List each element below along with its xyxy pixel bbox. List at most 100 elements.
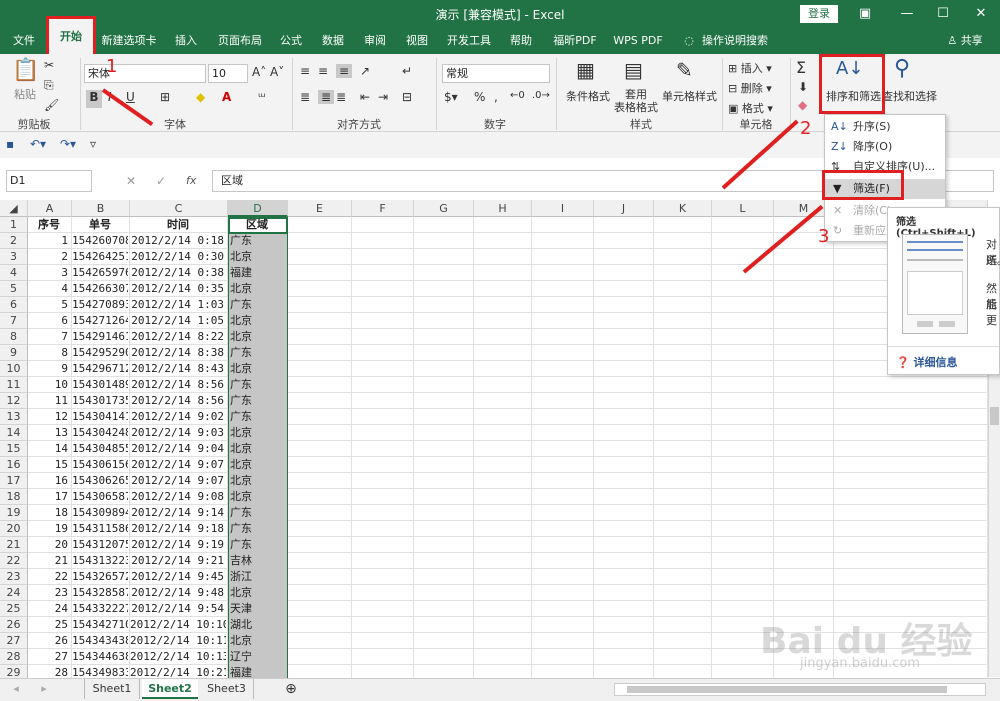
wrap-text-icon[interactable]: ↵ <box>402 64 412 78</box>
row-header[interactable]: 2 <box>0 233 28 249</box>
row-header[interactable]: 1 <box>0 217 28 233</box>
font-name-select[interactable]: 宋体 <box>84 64 206 83</box>
table-format-label[interactable]: 套用 表格格式 <box>610 88 662 114</box>
table-cell[interactable]: 154306587 <box>72 489 128 505</box>
table-cell[interactable]: 广东 <box>228 345 286 361</box>
tab-review[interactable]: 审阅 <box>356 28 394 54</box>
table-cell[interactable]: 北京 <box>228 425 286 441</box>
row-header[interactable]: 6 <box>0 297 28 313</box>
horizontal-scrollbar[interactable] <box>614 683 986 696</box>
row-header[interactable]: 25 <box>0 601 28 617</box>
save-icon[interactable]: ▪ <box>6 137 14 151</box>
decrease-decimal-icon[interactable]: .0→ <box>532 90 550 101</box>
table-cell[interactable]: 1 <box>28 233 70 249</box>
font-size-select[interactable]: 10 <box>208 64 248 83</box>
table-cell[interactable]: 北京 <box>228 313 286 329</box>
sheet-prev-icon[interactable]: ◂ <box>8 679 24 699</box>
name-box[interactable]: D1 <box>6 170 92 192</box>
tab-file[interactable]: 文件 <box>6 28 42 54</box>
table-cell[interactable]: 17 <box>28 489 70 505</box>
tab-insert[interactable]: 插入 <box>166 28 206 54</box>
table-cell[interactable]: 2012/2/14 9:48 <box>130 585 226 601</box>
table-cell[interactable]: 2012/2/14 9:54 <box>130 601 226 617</box>
magnifier-icon[interactable]: ⚲ <box>894 56 910 81</box>
table-cell[interactable]: 154313223 <box>72 553 128 569</box>
align-right-icon[interactable]: ≣ <box>336 90 346 104</box>
table-cell[interactable]: 广东 <box>228 409 286 425</box>
align-left-icon[interactable]: ≣ <box>300 90 310 104</box>
find-select-label[interactable]: 查找和选择 <box>882 88 937 104</box>
table-cell[interactable]: 北京 <box>228 441 286 457</box>
table-cell[interactable]: 154271264 <box>72 313 128 329</box>
table-cell[interactable]: 154296712 <box>72 361 128 377</box>
row-header[interactable]: 26 <box>0 617 28 633</box>
table-cell[interactable]: 10 <box>28 377 70 393</box>
row-header[interactable]: 8 <box>0 329 28 345</box>
paste-icon[interactable]: 📋 <box>12 58 39 84</box>
table-cell[interactable]: 2 <box>28 249 70 265</box>
customize-qat-icon[interactable]: ▿ <box>90 137 96 151</box>
align-center-icon[interactable]: ≣ <box>318 90 334 104</box>
cell-style-icon[interactable]: ✎ <box>676 58 693 82</box>
row-header[interactable]: 11 <box>0 377 28 393</box>
table-cell[interactable]: 5 <box>28 297 70 313</box>
tab-wps-pdf[interactable]: WPS PDF <box>608 28 668 54</box>
table-cell[interactable]: 湖北 <box>228 617 286 633</box>
percent-icon[interactable]: % <box>474 90 485 104</box>
fill-color-icon[interactable]: ◆ <box>196 90 205 104</box>
tab-data[interactable]: 数据 <box>314 28 352 54</box>
table-cell[interactable]: 2012/2/14 0:38 <box>130 265 226 281</box>
format-cells-button[interactable]: ▣ 格式 ▾ <box>728 100 773 116</box>
row-header[interactable]: 5 <box>0 281 28 297</box>
table-cell[interactable]: 2012/2/14 9:08 <box>130 489 226 505</box>
row-header[interactable]: 9 <box>0 345 28 361</box>
number-format-select[interactable]: 常规 <box>442 64 550 83</box>
table-cell[interactable]: 154260708 <box>72 233 128 249</box>
table-cell[interactable]: 154306156 <box>72 457 128 473</box>
row-header[interactable]: 10 <box>0 361 28 377</box>
row-header[interactable]: 28 <box>0 649 28 665</box>
column-header[interactable]: D <box>228 200 288 217</box>
table-cell[interactable]: 7 <box>28 329 70 345</box>
table-cell[interactable]: 18 <box>28 505 70 521</box>
table-cell[interactable]: 浙江 <box>228 569 286 585</box>
table-cell[interactable]: 吉林 <box>228 553 286 569</box>
undo-icon[interactable]: ↶▾ <box>30 137 46 151</box>
table-cell[interactable]: 2012/2/14 9:04 <box>130 441 226 457</box>
table-cell[interactable]: 19 <box>28 521 70 537</box>
table-cell[interactable]: 2012/2/14 9:14 <box>130 505 226 521</box>
copy-icon[interactable]: ⎘ <box>44 78 54 93</box>
table-cell[interactable]: 154332227 <box>72 601 128 617</box>
align-bottom-icon[interactable]: ≡ <box>336 64 352 78</box>
table-cell[interactable]: 2012/2/14 10:21 <box>130 665 226 678</box>
table-cell[interactable]: 2012/2/14 8:38 <box>130 345 226 361</box>
font-color-icon[interactable]: A <box>222 90 231 104</box>
row-header[interactable]: 12 <box>0 393 28 409</box>
table-cell[interactable]: 辽宁 <box>228 649 286 665</box>
table-cell[interactable]: 16 <box>28 473 70 489</box>
row-header[interactable]: 3 <box>0 249 28 265</box>
ribbon-display-icon[interactable]: ▣ <box>850 3 880 25</box>
table-format-icon[interactable]: ▤ <box>624 58 643 82</box>
table-cell[interactable]: 154328587 <box>72 585 128 601</box>
header-cell[interactable]: 区域 <box>228 217 286 233</box>
row-header[interactable]: 16 <box>0 457 28 473</box>
tab-new[interactable]: 新建选项卡 <box>98 28 160 54</box>
tab-page-layout[interactable]: 页面布局 <box>212 28 268 54</box>
table-cell[interactable]: 北京 <box>228 489 286 505</box>
table-cell[interactable]: 154291461 <box>72 329 128 345</box>
table-cell[interactable]: 北京 <box>228 361 286 377</box>
row-header[interactable]: 20 <box>0 521 28 537</box>
row-header[interactable]: 23 <box>0 569 28 585</box>
table-cell[interactable]: 2012/2/14 9:21 <box>130 553 226 569</box>
align-middle-icon[interactable]: ≡ <box>318 64 328 78</box>
table-cell[interactable]: 154295290 <box>72 345 128 361</box>
row-header[interactable]: 21 <box>0 537 28 553</box>
table-cell[interactable]: 2012/2/14 0:35 <box>130 281 226 297</box>
table-cell[interactable]: 15 <box>28 457 70 473</box>
table-cell[interactable]: 154264251 <box>72 249 128 265</box>
table-cell[interactable]: 广东 <box>228 233 286 249</box>
table-cell[interactable]: 154301489 <box>72 377 128 393</box>
tooltip-more-info-link[interactable]: ❓ 详细信息 <box>896 354 958 370</box>
grow-font-icon[interactable]: A˄ <box>252 65 266 79</box>
